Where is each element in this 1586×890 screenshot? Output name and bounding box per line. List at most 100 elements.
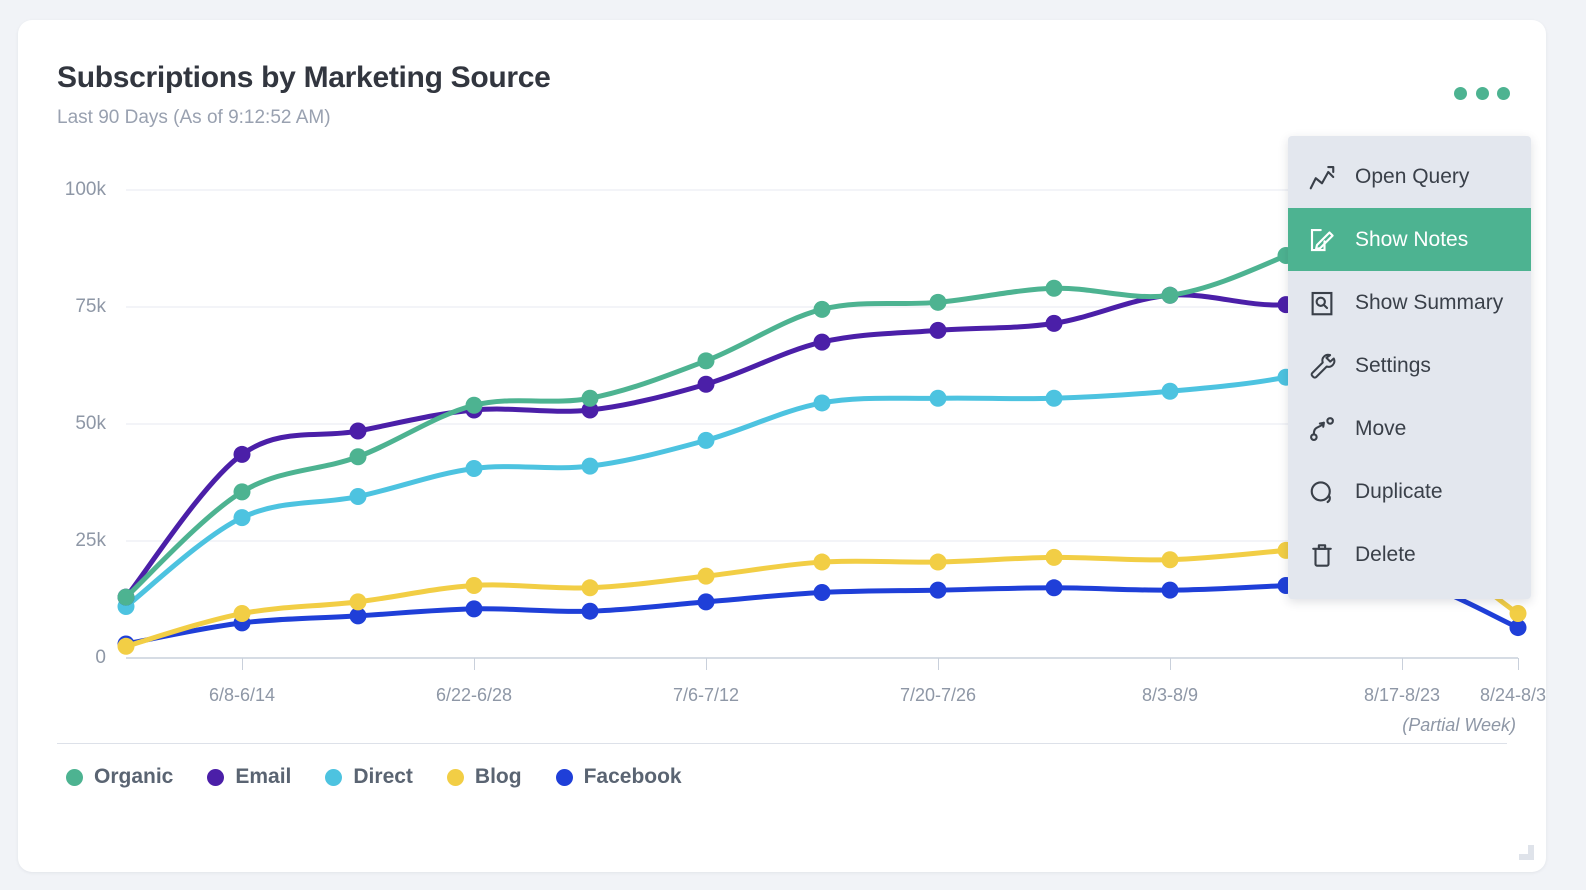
x-axis-tick-mark: [1518, 658, 1519, 670]
data-point: [929, 581, 947, 599]
legend-label: Organic: [94, 765, 174, 788]
data-point: [349, 488, 367, 506]
data-point: [581, 602, 599, 620]
x-axis-tick-mark: [1170, 658, 1171, 670]
chart-legend: Organic Email Direct Blog Facebook: [66, 765, 682, 789]
legend-label: Blog: [474, 765, 522, 788]
data-point: [349, 593, 367, 611]
data-point: [581, 457, 599, 475]
legend-item-organic[interactable]: Organic: [66, 765, 173, 789]
data-point: [813, 333, 831, 351]
data-point: [697, 593, 715, 611]
menu-item-duplicate[interactable]: Duplicate: [1288, 460, 1531, 523]
data-point: [1045, 314, 1063, 332]
menu-item-label: Duplicate: [1355, 479, 1443, 503]
duplicate-icon: [1310, 480, 1331, 503]
data-point: [117, 637, 135, 655]
data-point: [813, 553, 831, 571]
data-point: [117, 588, 135, 606]
search-box-icon: [1311, 291, 1333, 315]
data-point: [813, 300, 831, 318]
data-point: [233, 483, 251, 501]
move-arrow-icon: [1310, 416, 1334, 441]
data-point: [1161, 581, 1179, 599]
legend-label: Email: [235, 765, 292, 788]
menu-item-open-query[interactable]: Open Query: [1288, 145, 1531, 208]
menu-item-show-summary[interactable]: Show Summary: [1288, 271, 1531, 334]
data-point: [1161, 286, 1179, 304]
data-point: [465, 600, 483, 618]
data-point: [233, 509, 251, 527]
legend-label: Facebook: [583, 765, 682, 788]
data-point: [1161, 382, 1179, 400]
data-point: [465, 396, 483, 414]
data-point: [1161, 551, 1179, 569]
data-point: [929, 321, 947, 339]
menu-item-label: Move: [1355, 416, 1407, 440]
x-axis-tick-mark: [1402, 658, 1403, 670]
menu-item-label: Open Query: [1355, 164, 1470, 188]
data-point: [1045, 279, 1063, 297]
context-menu[interactable]: Open Query Show Notes Show Summary Settings…: [1288, 136, 1531, 599]
data-point: [233, 445, 251, 463]
x-axis-tick-mark: [242, 658, 243, 670]
menu-item-show-notes[interactable]: Show Notes: [1288, 208, 1531, 271]
x-axis-tick-label: 8/3-8/9: [1141, 685, 1199, 705]
menu-item-label: Show Notes: [1355, 227, 1469, 251]
partial-week-note: (Partial Week): [1402, 715, 1516, 735]
data-point: [697, 431, 715, 449]
x-axis-tick-label: 6/8-6/14: [208, 685, 276, 705]
kebab-dot-2: [1475, 86, 1489, 100]
legend-divider: [57, 743, 1507, 744]
data-point: [349, 422, 367, 440]
legend-color-swatch: [325, 768, 343, 786]
edit-note-icon: [1310, 228, 1334, 251]
x-axis-tick-mark: [938, 658, 939, 670]
data-point: [581, 389, 599, 407]
x-axis-tick-label: 7/6-7/12: [672, 685, 740, 705]
data-point: [697, 375, 715, 393]
trash-icon: [1312, 543, 1332, 567]
x-axis-tick-mark: [706, 658, 707, 670]
wrench-icon: [1310, 353, 1336, 379]
resize-handle-icon[interactable]: [1519, 845, 1534, 860]
legend-color-swatch: [66, 768, 83, 786]
legend-item-direct[interactable]: Direct: [325, 765, 413, 789]
data-point: [813, 583, 831, 601]
legend-item-facebook[interactable]: Facebook: [555, 765, 682, 789]
kebab-dot-3: [1497, 86, 1510, 100]
menu-item-delete[interactable]: Delete: [1288, 523, 1531, 586]
data-point: [465, 459, 483, 477]
data-point: [929, 389, 947, 407]
chart-card: Subscriptions by Marketing Source Last 9…: [18, 20, 1546, 872]
data-point: [929, 293, 947, 311]
menu-item-label: Delete: [1355, 542, 1416, 566]
x-axis-tick-label: 8/24-8/30: [1479, 685, 1546, 705]
data-point: [581, 579, 599, 597]
data-point: [697, 567, 715, 585]
data-point: [697, 352, 715, 370]
data-point: [1509, 605, 1527, 623]
legend-item-blog[interactable]: Blog: [446, 765, 522, 789]
card-header: Subscriptions by Marketing Source Last 9…: [57, 60, 551, 129]
legend-color-swatch: [555, 768, 573, 786]
page-title: Subscriptions by Marketing Source: [57, 61, 551, 94]
chart-subtitle: Last 90 Days (As of 9:12:52 AM): [57, 107, 331, 128]
menu-item-move[interactable]: Move: [1288, 397, 1531, 460]
x-axis-tick-label: 6/22-6/28: [435, 685, 513, 705]
line-chart-icon: [1309, 165, 1335, 189]
data-point: [233, 605, 251, 623]
x-axis-tick-label: 7/20-7/26: [899, 685, 977, 705]
data-point: [929, 553, 947, 571]
legend-color-swatch: [446, 768, 464, 786]
menu-item-settings[interactable]: Settings: [1288, 334, 1531, 397]
data-point: [1045, 389, 1063, 407]
x-axis-tick-mark: [474, 658, 475, 670]
legend-label: Direct: [353, 765, 413, 788]
data-point: [349, 448, 367, 466]
menu-item-label: Show Summary: [1355, 290, 1504, 314]
more-options-icon[interactable]: [1454, 78, 1510, 108]
data-point: [813, 394, 831, 412]
menu-item-label: Settings: [1355, 353, 1431, 377]
legend-item-email[interactable]: Email: [207, 765, 291, 789]
